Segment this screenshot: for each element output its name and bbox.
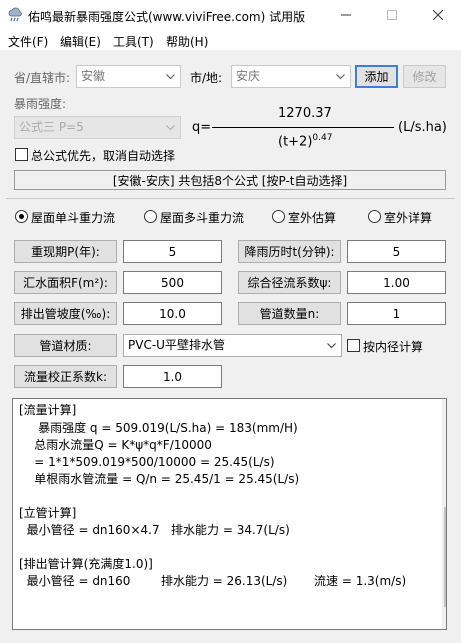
city-label: 市/地: (190, 71, 223, 85)
province-select[interactable]: 安徽 (76, 65, 181, 88)
scroll-down-icon[interactable] (446, 618, 447, 624)
formula-denominator: (t+2)0.47 (278, 133, 332, 149)
mode-outdoor-detail-label: 室外详算 (384, 211, 433, 225)
mode-outdoor-estimate-label: 室外估算 (288, 211, 337, 225)
runoff-input[interactable]: 1.00 (347, 271, 446, 294)
formula-select-value: 公式三 P=5 (19, 120, 84, 134)
duration-input[interactable]: 5 (347, 240, 446, 263)
inner-diameter-label: 按内径计算 (363, 340, 424, 354)
chevron-down-icon (325, 335, 337, 356)
result-line: 最小管径 = dn160×4.7 排水能力 = 34.7(L/s) (19, 523, 290, 537)
scroll-up-icon[interactable] (446, 404, 447, 410)
result-line: 暴雨强度 q = 509.019(L/S.ha) = 183(mm/H) (19, 421, 298, 435)
mode-single-gravity-label: 屋面单斗重力流 (31, 211, 116, 225)
result-line: 单根雨水管流量 = Q/n = 25.45/1 = 25.45(L/s) (19, 472, 300, 486)
menu-bar: 文件(F) 编辑(E) 工具(T) 帮助(H) (0, 30, 461, 50)
minimize-icon (341, 14, 351, 16)
radio-multi-gravity[interactable] (144, 210, 157, 223)
mode-multi-gravity-label: 屋面多斗重力流 (160, 211, 245, 225)
results-textarea[interactable]: [流量计算] 暴雨强度 q = 509.019(L/S.ha) = 183(mm… (12, 398, 447, 630)
result-line: = 1*1*509.019*500/10000 = 25.45(L/s) (19, 455, 275, 469)
formula-info-bar: [安徽-安庆] 共包括8个公式 [按P-t自动选择] (14, 170, 446, 190)
city-value: 安庆 (236, 69, 261, 83)
duration-button[interactable]: 降雨历时t(分钟): (238, 240, 341, 263)
menu-file[interactable]: 文件(F) (8, 33, 48, 50)
chevron-down-icon (334, 66, 346, 87)
chevron-down-icon (164, 66, 176, 87)
pipe-count-input[interactable]: 1 (347, 302, 446, 325)
slope-button[interactable]: 排出管坡度(‰): (14, 302, 117, 325)
pipe-count-button[interactable]: 管道数量n: (238, 302, 341, 325)
window-title: 佑鸣最新暴雨强度公式(www.viviFree.com) 试用版 (28, 10, 306, 24)
chevron-down-icon (164, 117, 176, 138)
results-scrollbar[interactable] (442, 399, 447, 629)
radio-single-gravity[interactable] (15, 210, 28, 223)
denominator-exponent: 0.47 (312, 133, 333, 143)
formula-unit: (L/s.ha) (398, 120, 447, 135)
formula-select[interactable]: 公式三 P=5 (14, 116, 181, 139)
maximize-button[interactable] (369, 0, 415, 30)
slope-input[interactable]: 10.0 (123, 302, 222, 325)
city-select[interactable]: 安庆 (231, 65, 351, 88)
minimize-button[interactable] (323, 0, 369, 30)
menu-help[interactable]: 帮助(H) (166, 33, 208, 50)
material-value: PVC-U平壁排水管 (128, 338, 225, 352)
runoff-button[interactable]: 综合径流系数ψ: (238, 271, 341, 294)
inner-diameter-checkbox[interactable] (347, 339, 360, 352)
intensity-label: 暴雨强度: (14, 97, 67, 111)
area-input[interactable]: 500 (123, 271, 222, 294)
close-button[interactable] (415, 0, 461, 30)
result-line: [流量计算] (19, 403, 77, 417)
formula-q-prefix: q= (192, 120, 212, 135)
result-line: 最小管径 = dn160 排水能力 = 26.13(L/s) 流速 = 1.3(… (19, 574, 407, 588)
menu-edit[interactable]: 编辑(E) (60, 33, 101, 50)
result-line: [立管计算] (19, 506, 77, 520)
divider (6, 198, 455, 199)
area-button[interactable]: 汇水面积F(m²): (14, 271, 117, 294)
denominator-base: (t+2) (278, 134, 313, 150)
scroll-thumb[interactable] (444, 507, 446, 607)
rain-cloud-icon (8, 7, 22, 22)
menu-tools[interactable]: 工具(T) (113, 33, 154, 50)
return-period-input[interactable]: 5 (123, 240, 222, 263)
formula-priority-checkbox[interactable] (15, 148, 28, 161)
flow-correction-input[interactable]: 1.0 (123, 365, 222, 388)
formula-priority-label: 总公式优先，取消自动选择 (31, 149, 176, 163)
province-value: 安徽 (81, 69, 106, 83)
material-select[interactable]: PVC-U平壁排水管 (123, 334, 342, 357)
close-icon (433, 10, 443, 20)
formula-numerator: 1270.37 (278, 106, 332, 121)
province-label: 省/直辖市: (14, 71, 71, 85)
add-button[interactable]: 添加 (355, 65, 398, 88)
result-line: [排出管计算(充满度1.0)] (19, 557, 153, 571)
title-bar: 佑鸣最新暴雨强度公式(www.viviFree.com) 试用版 (0, 0, 461, 30)
flow-correction-button[interactable]: 流量校正系数k: (14, 365, 117, 388)
return-period-button[interactable]: 重现期P(年): (14, 240, 117, 263)
material-button[interactable]: 管道材质: (14, 334, 117, 357)
edit-button[interactable]: 修改 (403, 65, 446, 88)
result-line: 总雨水流量Q = K*ψ*q*F/10000 (19, 438, 212, 452)
maximize-icon (387, 10, 397, 20)
radio-outdoor-estimate[interactable] (272, 210, 285, 223)
radio-outdoor-detail[interactable] (368, 210, 381, 223)
fraction-line (212, 127, 394, 128)
